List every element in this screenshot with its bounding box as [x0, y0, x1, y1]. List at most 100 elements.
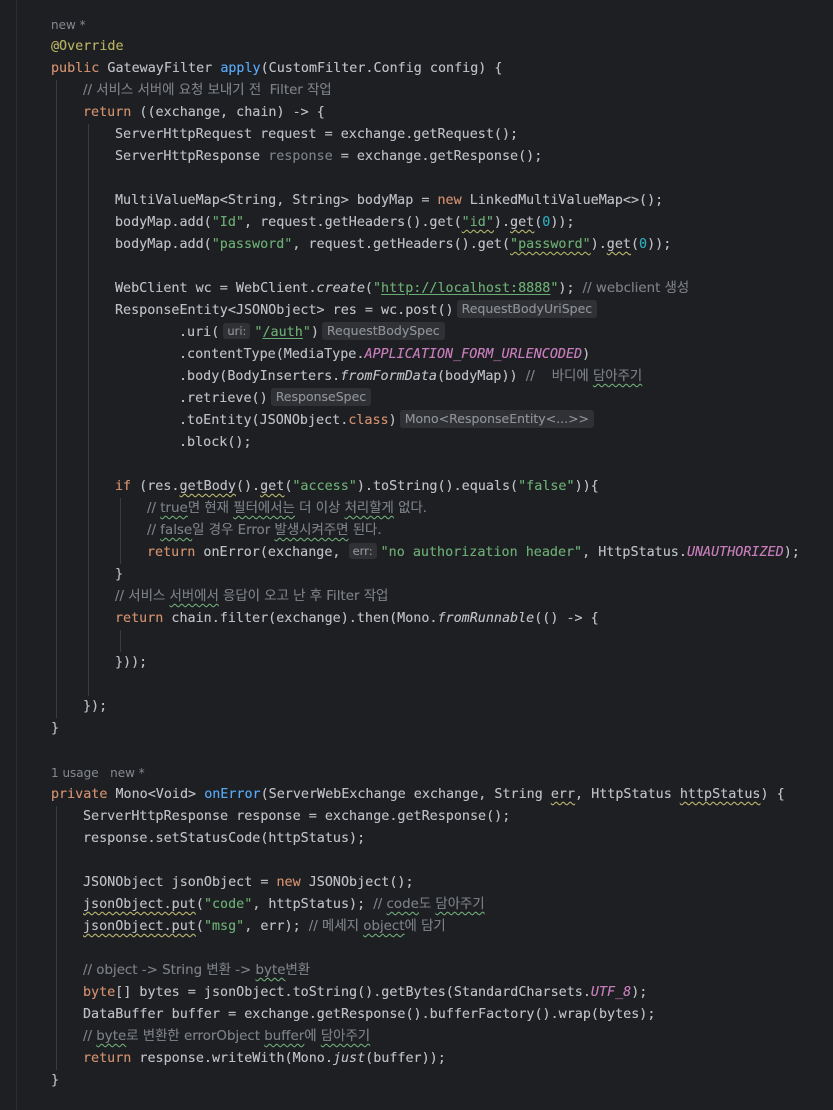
code-line: .retrieve() ResponseSpec [179, 388, 372, 410]
code-text: ); [631, 985, 648, 1000]
method-name[interactable]: apply [220, 61, 260, 76]
parameter-hint: err: [348, 543, 377, 559]
string-quote: " [372, 281, 382, 296]
parameter: httpStatus [679, 787, 761, 802]
comment-typo: 담아주기 [320, 1029, 371, 1044]
code-text: get [510, 215, 535, 230]
code-line: jsonObject.put("msg", err); // 메세지 objec… [83, 916, 446, 938]
code-line: MultiValueMap<String, String> bodyMap = … [115, 190, 663, 212]
string-literal: "access" [292, 479, 357, 494]
keyword: private [51, 787, 108, 802]
comment-text: 더 이상 [294, 501, 345, 516]
code-text: (ServerWebExchange exchange, String [260, 787, 551, 802]
comment: // object -> String 변환 -> byte변환 [83, 960, 310, 982]
code-editor[interactable]: new * @Override public GatewayFilter app… [0, 0, 833, 1110]
keyword: return [83, 1051, 132, 1066]
number-literal: 0 [639, 237, 648, 252]
static-method: create [316, 281, 365, 296]
code-line: public GatewayFilter apply(CustomFilter.… [51, 58, 502, 80]
code-line: jsonObject.put("code", httpStatus); // c… [83, 894, 485, 916]
code-text: jsonObject.put [83, 897, 196, 912]
code-text: jsonObject.put [83, 919, 196, 934]
code-text: ).toString().equals( [356, 479, 519, 494]
code-text: , HttpStatus. [582, 545, 687, 560]
code-text: onError(exchange, [195, 545, 349, 560]
constant: UNAUTHORIZED [686, 545, 784, 560]
code-text: )); [647, 237, 672, 252]
method-name[interactable]: onError [204, 787, 260, 802]
code-line: ServerHttpResponse response = exchange.g… [115, 146, 542, 168]
unused-variable: response [268, 149, 333, 164]
type-hint: RequestBodySpec [321, 322, 445, 340]
comment: // 서비스 서버에 요청 보내기 전 Filter 작업 [83, 83, 332, 98]
code-text: .uri( [179, 325, 220, 340]
indent-guide [56, 806, 57, 1070]
code-line: DataBuffer buffer = exchange.getResponse… [83, 1007, 656, 1022]
usage-count-link[interactable]: 1 usage [51, 766, 99, 780]
comment: // webclient 생성 [582, 281, 690, 296]
code-text: (buffer)); [365, 1051, 446, 1066]
code-text: (res. [131, 479, 180, 494]
annotation: @Override [51, 39, 124, 54]
code-text: ); [558, 281, 583, 296]
method-meta-new[interactable]: new * [51, 17, 86, 33]
indent-guide [88, 124, 89, 696]
type-hint: Mono<ResponseEntity<...>> [399, 410, 595, 428]
string-literal: "password" [211, 237, 293, 252]
type: Mono<Void> [107, 787, 205, 802]
url-link[interactable]: /auth [262, 325, 302, 340]
comment-text: 없다. [393, 501, 428, 516]
comment: 도 [418, 897, 436, 912]
comment: // [373, 897, 387, 912]
keyword: public [51, 61, 100, 76]
code-line: if (res.getBody().get("access").toString… [115, 476, 599, 498]
parameter-hint: uri: [223, 323, 251, 339]
gutter-divider [16, 0, 17, 1110]
code-line: .block(); [179, 435, 252, 450]
string-quote: " [302, 325, 311, 340]
code-text: , HttpStatus [575, 787, 680, 802]
parameter: err [550, 787, 576, 802]
code-text: , request.getHeaders().get( [292, 237, 511, 252]
type: GatewayFilter [99, 61, 221, 76]
code-line: } [51, 1073, 60, 1088]
code-text: ). [590, 237, 607, 252]
code-text: )); [550, 215, 575, 230]
code-text: ( [195, 897, 204, 912]
keyword: return [147, 545, 196, 560]
code-text: get [260, 479, 285, 494]
author-badge[interactable]: new * [110, 766, 145, 780]
string-literal: "Id" [211, 215, 244, 230]
indent-guide [56, 80, 57, 718]
type-hint: ResponseSpec [270, 388, 372, 406]
comment: // 서비스 서버에서 응답이 오고 난 후 Filter 작업 [115, 586, 388, 608]
comment-typo: 담아주기 [592, 369, 643, 384]
url-link[interactable]: http://localhost:8888 [381, 281, 550, 296]
code-text: chain.filter(exchange).then(Mono. [163, 611, 438, 626]
keyword: return [115, 611, 164, 626]
code-text: get [606, 237, 631, 252]
comment-text: // 서비스 [115, 589, 170, 604]
code-line: ResponseEntity<JSONObject> res = wc.post… [115, 300, 598, 322]
code-text: ); [783, 545, 800, 560]
code-text: JSONObject(); [300, 875, 414, 890]
keyword: class [348, 413, 389, 428]
code-line: return response.writeWith(Mono.just(buff… [83, 1048, 446, 1070]
comment-typo: 서버에서 [169, 589, 219, 604]
comment: // 메세지 [308, 919, 364, 934]
comment: // false일 경우 Error 발생시켜주면 된다. [147, 520, 382, 542]
code-text: ) [582, 347, 591, 362]
comment: // byte로 변환한 errorObject buffer에 담아주기 [83, 1026, 370, 1048]
code-text: , err); [244, 919, 309, 934]
code-text: (). [235, 479, 261, 494]
code-line: .uri(uri: "/auth") RequestBodySpec [179, 322, 445, 344]
type-hint: RequestBodyUriSpec [456, 300, 598, 318]
static-method: fromRunnable [437, 611, 535, 626]
code-text: ) [388, 413, 397, 428]
code-line: } [115, 567, 124, 582]
code-text: WebClient wc = WebClient. [115, 281, 317, 296]
code-text: .retrieve() [179, 391, 268, 406]
code-line: ServerHttpResponse response = exchange.g… [83, 809, 511, 824]
comment-text: 응답이 오고 난 후 Filter 작업 [218, 589, 389, 604]
code-line: .body(BodyInserters.fromFormData(bodyMap… [179, 366, 642, 388]
